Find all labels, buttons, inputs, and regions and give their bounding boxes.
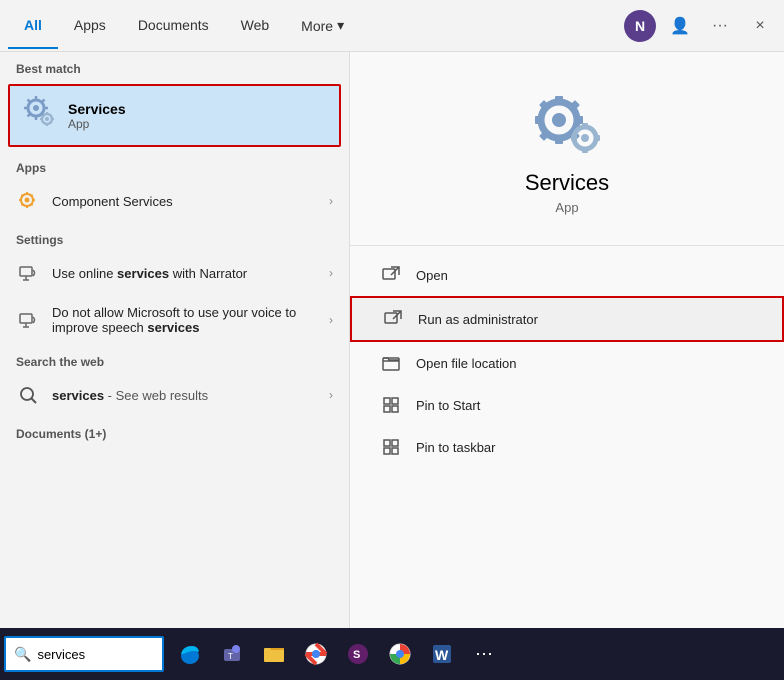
svg-text:S: S	[353, 649, 360, 661]
tab-more[interactable]: More ▾	[285, 3, 360, 48]
action-list: Open Run as administrator	[350, 246, 784, 476]
best-match-subtitle: App	[68, 117, 126, 131]
feedback-icon[interactable]: 👤	[664, 10, 696, 42]
nav-right-actions: N 👤 ··· ×	[624, 10, 776, 42]
speech-icon	[16, 308, 40, 332]
pin-to-taskbar-icon	[380, 436, 402, 458]
arrow-right-icon: ›	[329, 194, 333, 208]
pin-to-start-icon	[380, 394, 402, 416]
top-navigation: All Apps Documents Web More ▾ N 👤 ··· ×	[0, 0, 784, 52]
right-panel: Services App Open	[350, 52, 784, 628]
pin-to-start-label: Pin to Start	[416, 398, 480, 413]
open-file-location-action[interactable]: Open file location	[350, 342, 784, 384]
taskbar-search-box[interactable]: 🔍	[4, 636, 164, 672]
app-detail-header: Services App	[350, 52, 784, 246]
avatar[interactable]: N	[624, 10, 656, 42]
taskbar-teams-icon[interactable]: T	[212, 634, 252, 674]
svg-text:T: T	[228, 652, 233, 661]
search-keyword: services	[52, 388, 104, 403]
open-action[interactable]: Open	[350, 254, 784, 296]
apps-section-label: Apps	[0, 151, 349, 179]
narrator-icon	[16, 261, 40, 285]
search-web-icon	[16, 383, 40, 407]
search-web-item[interactable]: services - See web results ›	[0, 373, 349, 417]
taskbar-slack-icon[interactable]: S	[338, 634, 378, 674]
taskbar-search-input[interactable]	[37, 647, 154, 662]
app-detail-type: App	[555, 200, 578, 215]
pin-to-taskbar-label: Pin to taskbar	[416, 440, 496, 455]
taskbar-more-apps-icon[interactable]: ⋯	[464, 634, 504, 674]
speech-services-label: Do not allow Microsoft to use your voice…	[52, 305, 317, 335]
best-match-section-label: Best match	[0, 52, 349, 80]
taskbar-chrome-icon[interactable]	[296, 634, 336, 674]
component-services-item[interactable]: Component Services ›	[0, 179, 349, 223]
open-label: Open	[416, 268, 448, 283]
close-icon[interactable]: ×	[744, 10, 776, 42]
left-panel: Best match	[0, 52, 350, 628]
taskbar-word-icon[interactable]: W	[422, 634, 462, 674]
run-as-admin-icon	[382, 308, 404, 330]
settings-section-label: Settings	[0, 223, 349, 251]
run-as-admin-action[interactable]: Run as administrator	[350, 296, 784, 342]
pin-to-start-action[interactable]: Pin to Start	[350, 384, 784, 426]
open-icon	[380, 264, 402, 286]
tab-apps[interactable]: Apps	[58, 3, 122, 49]
taskbar: 🔍 T S W ⋯	[0, 628, 784, 680]
documents-section-label: Documents (1+)	[0, 417, 349, 445]
best-match-title: Services	[68, 101, 126, 117]
run-as-admin-label: Run as administrator	[418, 312, 538, 327]
tab-all[interactable]: All	[8, 3, 58, 49]
search-web-section-label: Search the web	[0, 345, 349, 373]
component-services-label: Component Services	[52, 194, 317, 209]
svg-text:W: W	[435, 647, 449, 663]
app-icon-large	[531, 92, 603, 156]
app-detail-name: Services	[525, 170, 609, 196]
open-file-location-icon	[380, 352, 402, 374]
narrator-services-item[interactable]: Use online services with Narrator ›	[0, 251, 349, 295]
arrow-right-icon-4: ›	[329, 388, 333, 402]
tab-documents[interactable]: Documents	[122, 3, 225, 49]
search-suffix: - See web results	[104, 388, 208, 403]
search-web-label: services - See web results	[52, 388, 317, 403]
services-app-icon	[24, 96, 56, 135]
pin-to-taskbar-action[interactable]: Pin to taskbar	[350, 426, 784, 468]
more-options-icon[interactable]: ···	[704, 10, 736, 42]
taskbar-explorer-icon[interactable]	[254, 634, 294, 674]
arrow-right-icon-2: ›	[329, 266, 333, 280]
best-match-text: Services App	[68, 101, 126, 131]
arrow-right-icon-3: ›	[329, 313, 333, 327]
main-content: Best match	[0, 52, 784, 628]
more-label: More	[301, 18, 333, 34]
narrator-services-label: Use online services with Narrator	[52, 266, 317, 281]
speech-services-item[interactable]: Do not allow Microsoft to use your voice…	[0, 295, 349, 345]
component-services-icon	[16, 189, 40, 213]
best-match-item[interactable]: Services App	[8, 84, 341, 147]
taskbar-chrome2-icon[interactable]	[380, 634, 420, 674]
taskbar-search-icon: 🔍	[14, 646, 31, 663]
taskbar-edge-icon[interactable]	[170, 634, 210, 674]
open-file-location-label: Open file location	[416, 356, 516, 371]
chevron-down-icon: ▾	[337, 17, 344, 34]
tab-web[interactable]: Web	[225, 3, 286, 49]
